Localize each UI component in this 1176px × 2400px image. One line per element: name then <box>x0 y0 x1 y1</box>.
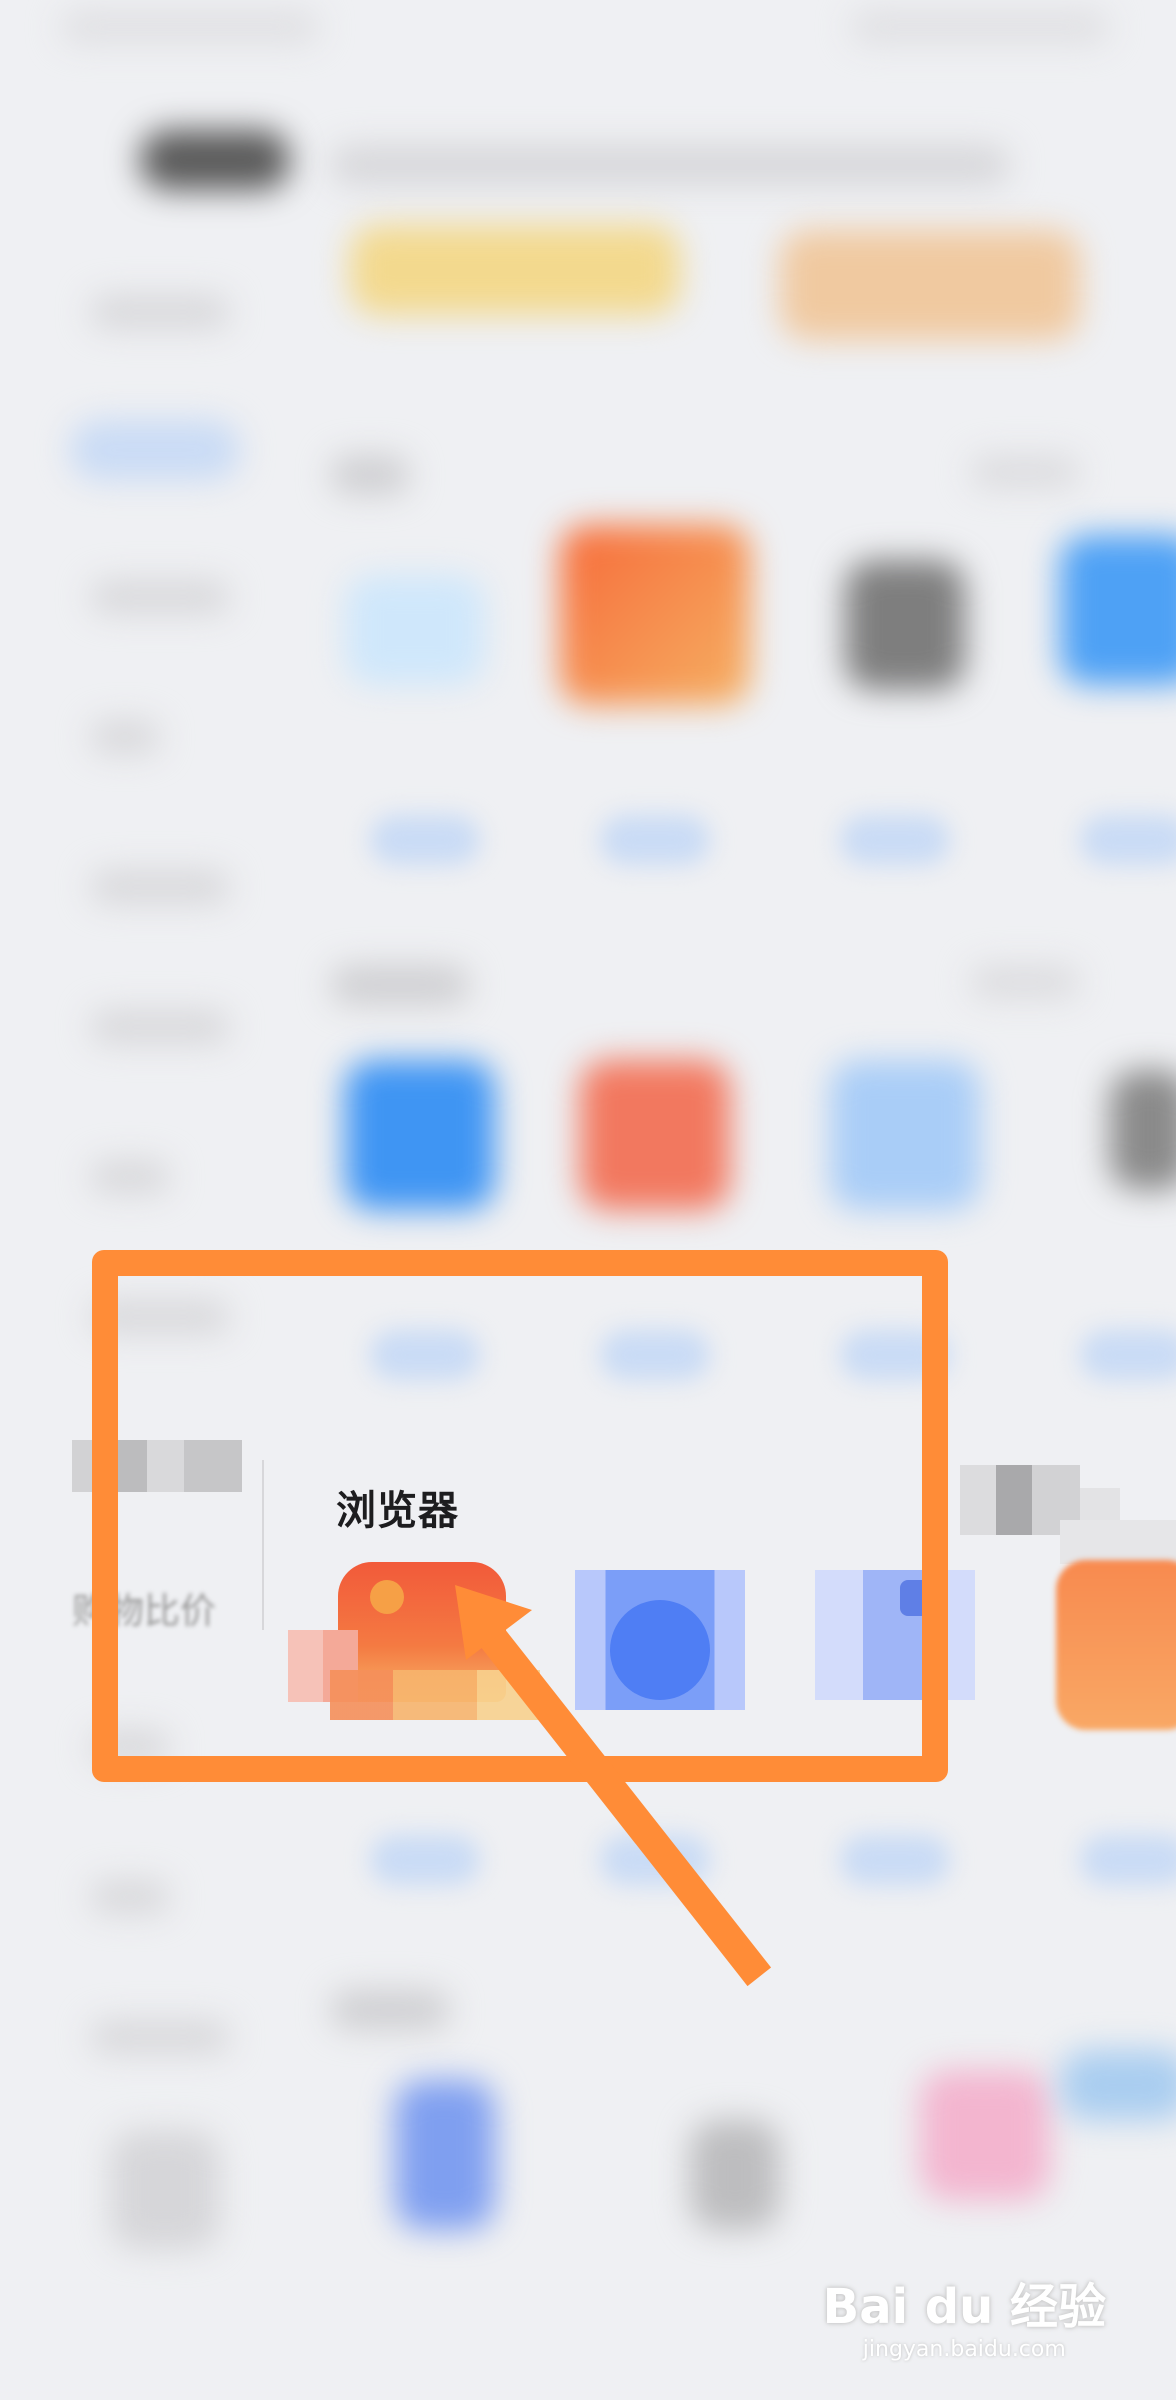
baidu-jingyan-watermark: Bai du 经验 jingyan.baidu.com <box>823 2267 1106 2362</box>
watermark-url: jingyan.baidu.com <box>862 2337 1066 2362</box>
arrow-annotation <box>455 1585 772 1987</box>
watermark-brand: Bai du 经验 <box>822 2279 1106 2335</box>
